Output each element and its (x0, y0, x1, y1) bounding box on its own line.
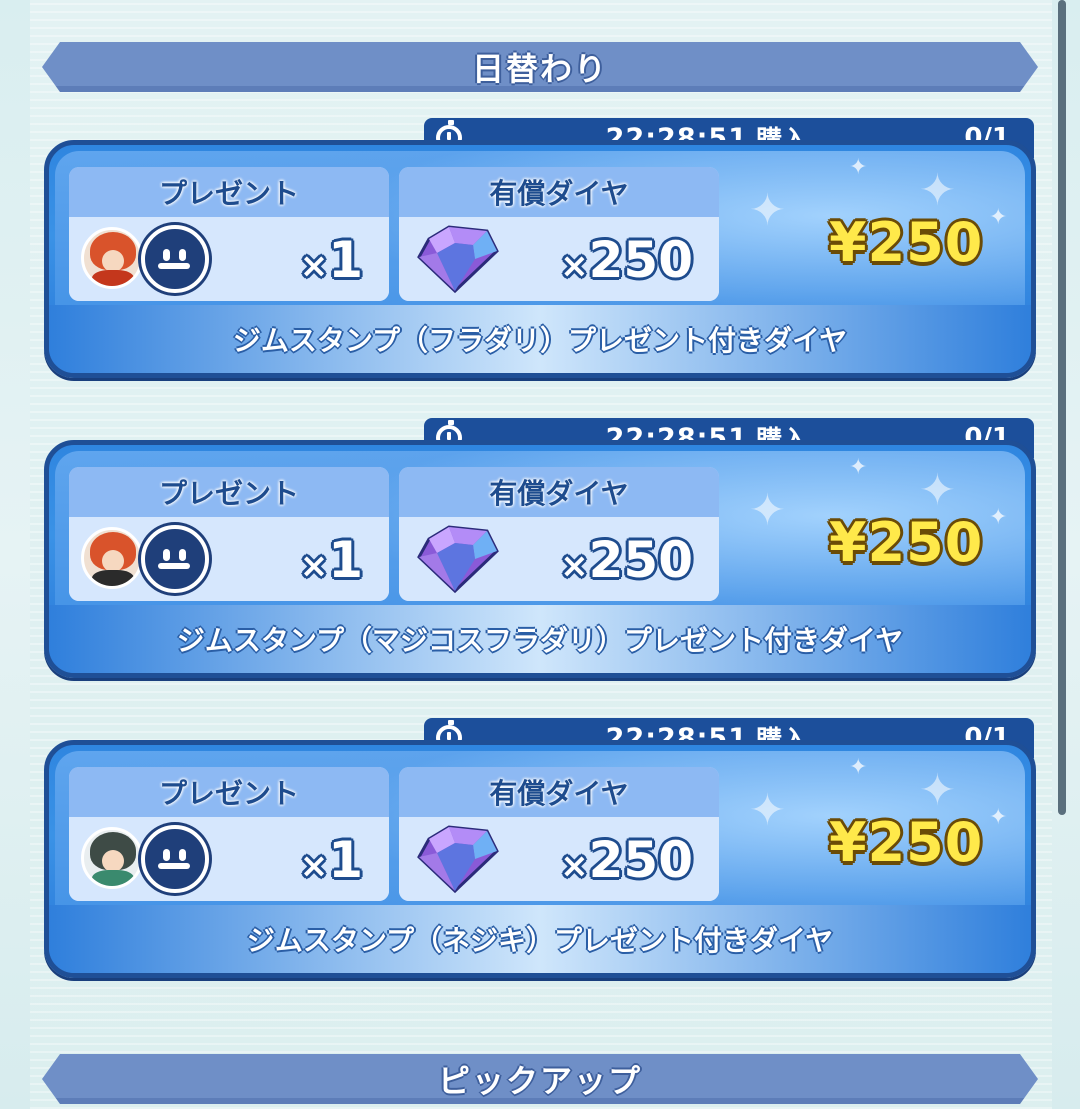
present-contents: ×1 (69, 217, 389, 301)
description-bar: ジムスタンプ（フラダリ）プレゼント付きダイヤ (49, 305, 1031, 373)
sparkle-icon: ✦ (749, 485, 786, 536)
price-button[interactable]: ¥250 (829, 811, 983, 874)
present-quantity: ×1 (299, 231, 363, 289)
sparkle-icon: ✦ (749, 185, 786, 236)
diamond-box: 有償ダイヤ ×250 (399, 767, 719, 901)
offer-card[interactable]: 22:28:51 購入 0/1 ✦ ✦ ✦ ✦ ✦ ✦ プレゼント ×1 (44, 718, 1036, 978)
gym-stamp-icon (141, 825, 209, 893)
diamond-label: 有償ダイヤ (399, 167, 719, 217)
offer-card[interactable]: 22:28:51 購入 0/1 ✦ ✦ ✦ ✦ ✦ ✦ プレゼント ×1 (44, 118, 1036, 378)
present-label: プレゼント (69, 167, 389, 217)
description-bar: ジムスタンプ（マジコスフラダリ）プレゼント付きダイヤ (49, 605, 1031, 673)
lysandre-avatar-icon (81, 227, 143, 289)
description-bar: ジムスタンプ（ネジキ）プレゼント付きダイヤ (49, 905, 1031, 973)
gym-stamp-icon (141, 225, 209, 293)
present-label: プレゼント (69, 767, 389, 817)
section-title: ピックアップ (437, 1062, 642, 1100)
gym-stamp-icon (141, 525, 209, 593)
diamond-label: 有償ダイヤ (399, 467, 719, 517)
section-title: 日替わり (471, 50, 608, 88)
sparkle-icon: ✦ (849, 155, 868, 180)
offer-description: ジムスタンプ（マジコスフラダリ）プレゼント付きダイヤ (176, 624, 904, 657)
diamond-contents: ×250 (399, 217, 719, 301)
sparkle-icon: ✦ (849, 755, 868, 780)
offer-card-body[interactable]: ✦ ✦ ✦ ✦ ✦ ✦ プレゼント ×1 有償ダイヤ (44, 140, 1036, 378)
present-label: プレゼント (69, 467, 389, 517)
sparkle-icon: ✦ (989, 205, 1008, 230)
scrollbar[interactable] (1058, 0, 1066, 815)
present-box: プレゼント ×1 (69, 467, 389, 601)
sparkle-icon: ✦ (849, 455, 868, 480)
diamond-contents: ×250 (399, 817, 719, 901)
price-button[interactable]: ¥250 (829, 211, 983, 274)
sparkle-icon: ✦ (749, 785, 786, 836)
offer-card[interactable]: 22:28:51 購入 0/1 ✦ ✦ ✦ ✦ ✦ ✦ プレゼント ×1 (44, 418, 1036, 678)
price-button[interactable]: ¥250 (829, 511, 983, 574)
offer-card-body[interactable]: ✦ ✦ ✦ ✦ ✦ ✦ プレゼント ×1 有償ダイヤ (44, 740, 1036, 978)
present-quantity: ×1 (299, 531, 363, 589)
diamond-box: 有償ダイヤ ×250 (399, 467, 719, 601)
diamond-gem-icon (417, 525, 499, 594)
lysandre-special-costume-avatar-icon (81, 527, 143, 589)
diamond-box: 有償ダイヤ ×250 (399, 167, 719, 301)
diamond-quantity: ×250 (560, 831, 693, 889)
present-contents: ×1 (69, 517, 389, 601)
palmer-avatar-icon (81, 827, 143, 889)
diamond-gem-icon (417, 225, 499, 294)
diamond-gem-icon (417, 825, 499, 894)
offer-card-body[interactable]: ✦ ✦ ✦ ✦ ✦ ✦ プレゼント ×1 有償ダイヤ (44, 440, 1036, 678)
diamond-quantity: ×250 (560, 531, 693, 589)
sparkle-icon: ✦ (919, 465, 956, 516)
offer-description: ジムスタンプ（ネジキ）プレゼント付きダイヤ (246, 924, 834, 957)
present-box: プレゼント ×1 (69, 767, 389, 901)
diamond-contents: ×250 (399, 517, 719, 601)
section-header-pickup: ピックアップ (42, 1054, 1038, 1104)
offer-description: ジムスタンプ（フラダリ）プレゼント付きダイヤ (232, 324, 848, 357)
section-header-daily: 日替わり (42, 42, 1038, 92)
sparkle-icon: ✦ (919, 165, 956, 216)
diamond-label: 有償ダイヤ (399, 767, 719, 817)
diamond-quantity: ×250 (560, 231, 693, 289)
present-box: プレゼント ×1 (69, 167, 389, 301)
sparkle-icon: ✦ (989, 505, 1008, 530)
sparkle-icon: ✦ (919, 765, 956, 816)
sparkle-icon: ✦ (989, 805, 1008, 830)
present-quantity: ×1 (299, 831, 363, 889)
present-contents: ×1 (69, 817, 389, 901)
